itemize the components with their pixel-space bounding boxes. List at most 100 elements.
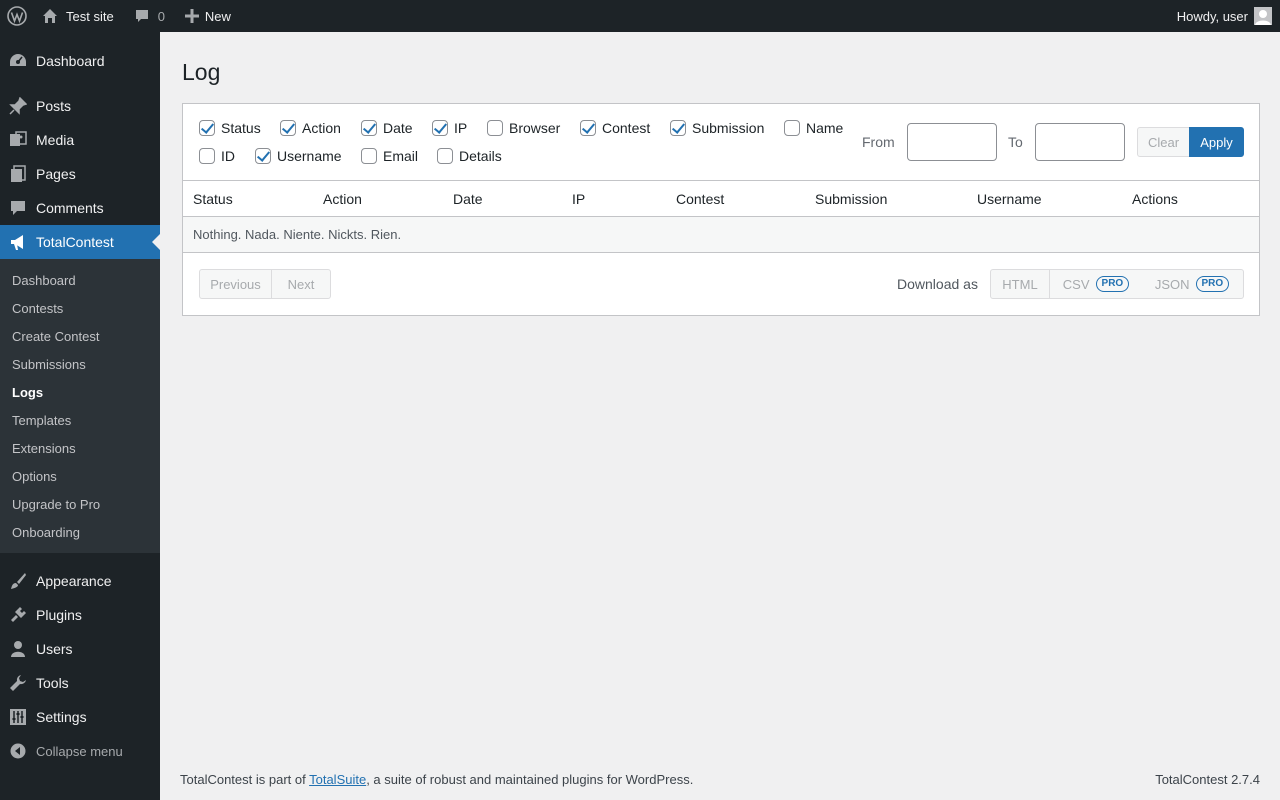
column-toggle-name[interactable]: Name xyxy=(784,120,843,136)
column-header-submission[interactable]: Submission xyxy=(815,191,887,207)
media-icon xyxy=(0,131,36,149)
menu-item-settings[interactable]: Settings xyxy=(0,700,160,734)
menu-label: Users xyxy=(36,641,73,657)
menu-item-plugins[interactable]: Plugins xyxy=(0,598,160,632)
menu-label: Plugins xyxy=(36,607,82,623)
log-panel: Status Action Date IP Browser Contest Su… xyxy=(182,103,1260,316)
column-toggle-date[interactable]: Date xyxy=(361,120,413,136)
table-header: Status Action Date IP Contest Submission… xyxy=(183,181,1259,217)
greeting: Howdy, user xyxy=(1176,8,1248,24)
column-toggle-email[interactable]: Email xyxy=(361,148,418,164)
menu-item-appearance[interactable]: Appearance xyxy=(0,564,160,598)
column-toggle-username[interactable]: Username xyxy=(255,148,342,164)
checkbox[interactable] xyxy=(255,148,271,164)
menu-item-media[interactable]: Media xyxy=(0,123,160,157)
column-toggle-contest[interactable]: Contest xyxy=(580,120,650,136)
checkbox[interactable] xyxy=(199,120,215,136)
menu-item-totalcontest[interactable]: TotalContest xyxy=(0,225,160,259)
submenu-item-logs[interactable]: Logs xyxy=(0,378,160,406)
from-date-input[interactable] xyxy=(907,123,997,161)
next-button[interactable]: Next xyxy=(271,269,331,299)
checkbox[interactable] xyxy=(432,120,448,136)
page-title: Log xyxy=(182,59,221,85)
comment-icon xyxy=(134,8,150,24)
column-header-contest[interactable]: Contest xyxy=(676,191,724,207)
submenu-item-templates[interactable]: Templates xyxy=(0,406,160,434)
sliders-icon xyxy=(0,708,36,726)
from-label: From xyxy=(862,134,895,150)
column-toggle-ip[interactable]: IP xyxy=(432,120,467,136)
site-name-link[interactable]: Test site xyxy=(36,0,122,32)
menu-item-tools[interactable]: Tools xyxy=(0,666,160,700)
totalcontest-submenu: Dashboard Contests Create Contest Submis… xyxy=(0,259,160,553)
menu-label: Tools xyxy=(36,675,69,691)
checkbox[interactable] xyxy=(280,120,296,136)
checkbox[interactable] xyxy=(580,120,596,136)
to-label: To xyxy=(1008,134,1023,150)
submenu-item-submissions[interactable]: Submissions xyxy=(0,350,160,378)
brush-icon xyxy=(0,572,36,590)
checkbox[interactable] xyxy=(784,120,800,136)
submenu-item-contests[interactable]: Contests xyxy=(0,294,160,322)
menu-label: Appearance xyxy=(36,573,112,589)
column-header-action[interactable]: Action xyxy=(323,191,362,207)
checkbox[interactable] xyxy=(361,120,377,136)
wrench-icon xyxy=(0,674,36,692)
apply-button[interactable]: Apply xyxy=(1189,127,1244,157)
footer-credit: TotalContest is part of TotalSuite, a su… xyxy=(180,772,694,787)
totalsuite-link[interactable]: TotalSuite xyxy=(309,772,366,787)
home-icon xyxy=(42,8,58,24)
to-date-input[interactable] xyxy=(1035,123,1125,161)
menu-item-users[interactable]: Users xyxy=(0,632,160,666)
collapse-menu-button[interactable]: Collapse menu xyxy=(0,734,160,768)
checkbox[interactable] xyxy=(670,120,686,136)
megaphone-icon xyxy=(0,233,36,251)
column-header-username[interactable]: Username xyxy=(977,191,1042,207)
column-toggle-browser[interactable]: Browser xyxy=(487,120,560,136)
new-content-link[interactable]: New xyxy=(173,0,239,32)
submenu-item-extensions[interactable]: Extensions xyxy=(0,434,160,462)
submenu-item-dashboard[interactable]: Dashboard xyxy=(0,266,160,294)
download-html-button[interactable]: HTML xyxy=(991,270,1050,298)
wordpress-logo-icon[interactable] xyxy=(0,0,36,32)
checkbox[interactable] xyxy=(487,120,503,136)
menu-item-dashboard[interactable]: Dashboard xyxy=(0,44,160,78)
user-account-menu[interactable]: Howdy, user xyxy=(1169,0,1280,32)
menu-item-pages[interactable]: Pages xyxy=(0,157,160,191)
download-format-group: HTML CSV PRO JSON PRO xyxy=(990,269,1244,299)
column-header-status[interactable]: Status xyxy=(193,191,233,207)
download-csv-button[interactable]: CSV PRO xyxy=(1050,270,1142,298)
column-toggle-id[interactable]: ID xyxy=(199,148,235,164)
submenu-item-create-contest[interactable]: Create Contest xyxy=(0,322,160,350)
download-label: Download as xyxy=(897,276,978,292)
menu-label: Media xyxy=(36,132,75,148)
checkbox[interactable] xyxy=(437,148,453,164)
menu-label: Pages xyxy=(36,166,76,182)
avatar xyxy=(1254,7,1272,25)
menu-item-posts[interactable]: Posts xyxy=(0,89,160,123)
column-header-ip[interactable]: IP xyxy=(572,191,585,207)
checkbox[interactable] xyxy=(361,148,377,164)
pro-badge: PRO xyxy=(1195,276,1230,292)
comments-link[interactable]: 0 xyxy=(122,0,173,32)
admin-bar: Test site 0 New Howdy, user xyxy=(0,0,1280,32)
column-toggle-submission[interactable]: Submission xyxy=(670,120,764,136)
download-json-button[interactable]: JSON PRO xyxy=(1142,270,1242,298)
submenu-item-upgrade-to-pro[interactable]: Upgrade to Pro xyxy=(0,490,160,518)
submenu-item-options[interactable]: Options xyxy=(0,462,160,490)
menu-label: Posts xyxy=(36,98,72,114)
column-toggle-details[interactable]: Details xyxy=(437,148,502,164)
previous-button[interactable]: Previous xyxy=(199,269,272,299)
clear-button[interactable]: Clear xyxy=(1137,127,1190,157)
menu-item-comments[interactable]: Comments xyxy=(0,191,160,225)
checkbox[interactable] xyxy=(199,148,215,164)
column-toggle-action[interactable]: Action xyxy=(280,120,341,136)
submenu-item-onboarding[interactable]: Onboarding xyxy=(0,518,160,546)
column-header-date[interactable]: Date xyxy=(453,191,483,207)
pagination-bar: Previous Next Download as HTML CSV PRO J… xyxy=(183,253,1259,315)
menu-label: TotalContest xyxy=(36,234,114,250)
filters-bar: Status Action Date IP Browser Contest Su… xyxy=(183,104,1259,181)
menu-label: Dashboard xyxy=(36,53,105,69)
column-toggle-status[interactable]: Status xyxy=(199,120,261,136)
menu-label: Settings xyxy=(36,709,87,725)
